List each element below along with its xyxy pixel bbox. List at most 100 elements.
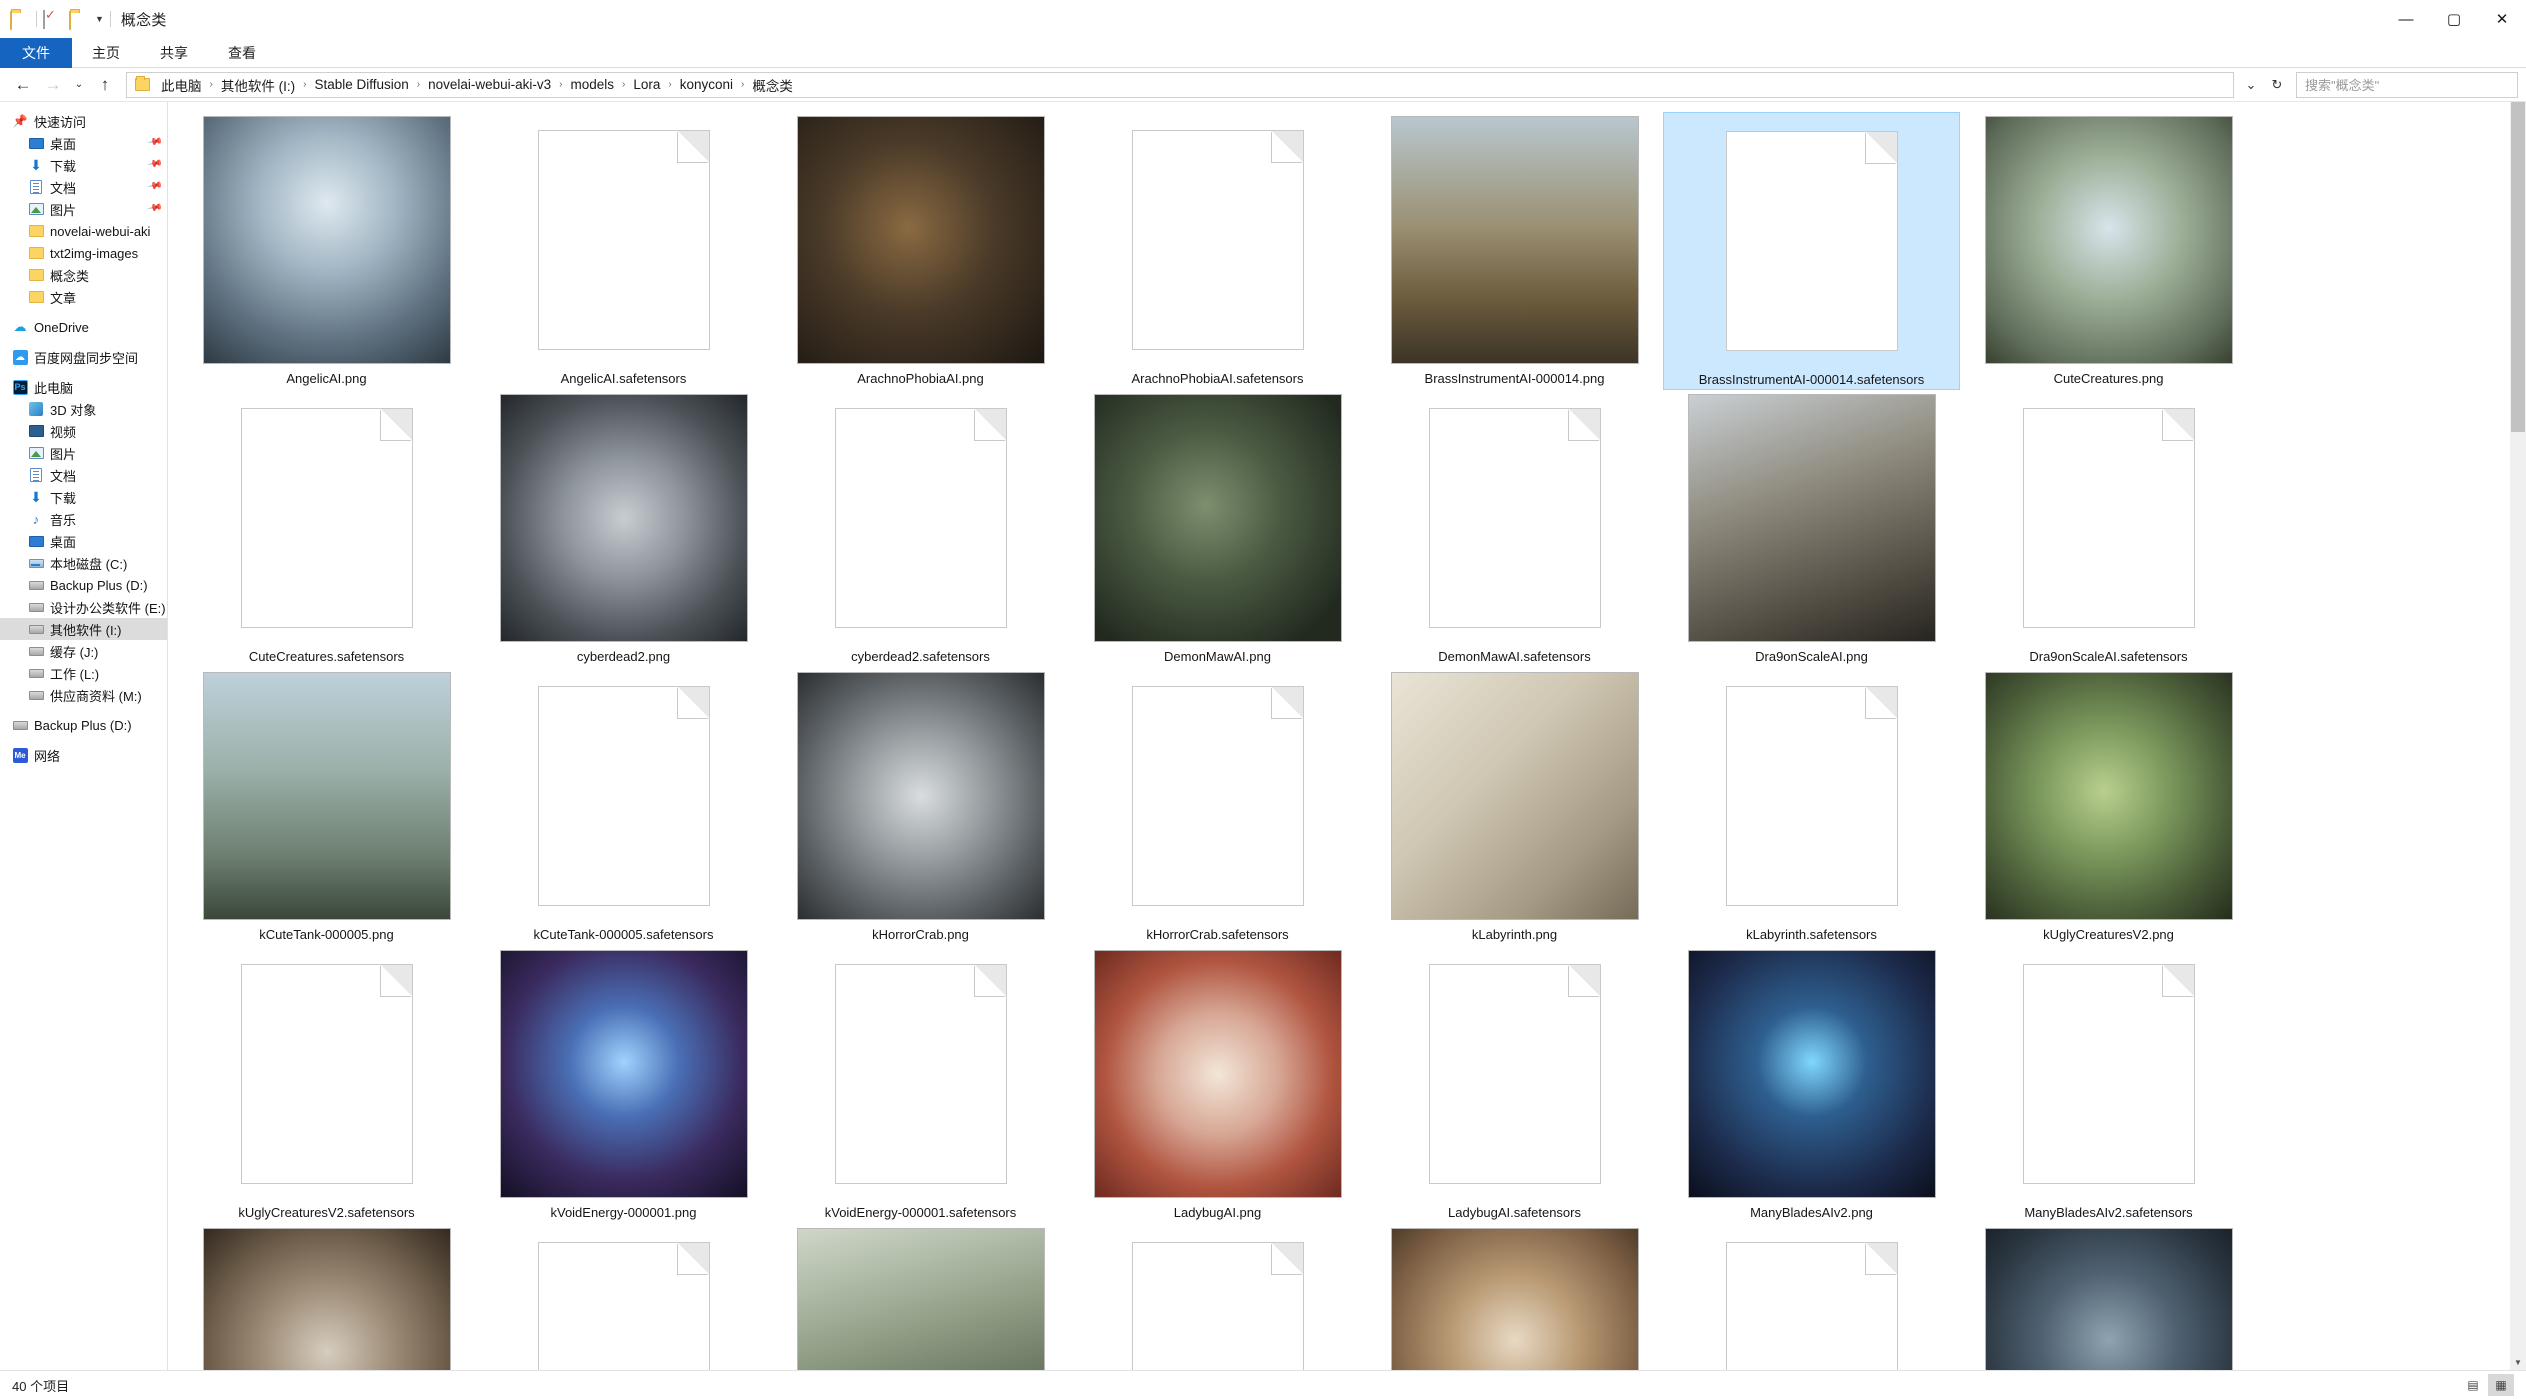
sidebar-item-图片[interactable]: 图片 📌 — [0, 198, 167, 220]
file-item[interactable]: BrassInstrumentAI-000014.png — [1366, 112, 1663, 390]
sidebar-item-txt2img-images[interactable]: txt2img-images — [0, 242, 167, 264]
scrollbar-thumb[interactable] — [2511, 102, 2525, 432]
file-item[interactable] — [1663, 1224, 1960, 1370]
file-item[interactable] — [1960, 1224, 2257, 1370]
folder-icon[interactable] — [10, 9, 30, 30]
details-view-icon[interactable]: ▤ — [2460, 1374, 2486, 1396]
file-item[interactable]: kLabyrinth.png — [1366, 668, 1663, 946]
breadcrumb[interactable]: 此电脑 › 其他软件 (I:) › Stable Diffusion › nov… — [126, 71, 2234, 98]
sidebar-item-文档[interactable]: 文档 📌 — [0, 176, 167, 198]
chevron-down-icon[interactable]: ▼ — [95, 14, 104, 24]
tab-home[interactable]: 主页 — [72, 38, 140, 68]
chevron-right-icon-5[interactable]: › — [665, 79, 674, 90]
sidebar-item-缓存 (J:)[interactable]: 缓存 (J:) — [0, 640, 167, 662]
file-item[interactable]: ManyBladesAIv2.safetensors — [1960, 946, 2257, 1224]
sidebar-item-桌面[interactable]: 桌面 📌 — [0, 132, 167, 154]
file-item[interactable]: AngelicAI.png — [178, 112, 475, 390]
file-item[interactable]: LadybugAI.safetensors — [1366, 946, 1663, 1224]
chevron-right-icon-6[interactable]: › — [738, 79, 747, 90]
sidebar-item-3D 对象[interactable]: 3D 对象 — [0, 398, 167, 420]
file-item[interactable]: CuteCreatures.safetensors — [178, 390, 475, 668]
maximize-button[interactable]: ▢ — [2430, 0, 2478, 38]
chevron-right-icon-3[interactable]: › — [556, 79, 565, 90]
breadcrumb-item-2[interactable]: Stable Diffusion — [309, 75, 413, 94]
nav-group-OneDrive[interactable]: ☁ OneDrive — [0, 316, 167, 338]
file-item[interactable]: kUglyCreaturesV2.png — [1960, 668, 2257, 946]
forward-button[interactable]: → — [38, 71, 68, 99]
new-folder-icon[interactable] — [69, 9, 89, 30]
nav-group-网络[interactable]: Me 网络 — [0, 744, 167, 766]
sidebar-item-供应商资料 (M:)[interactable]: 供应商资料 (M:) — [0, 684, 167, 706]
breadcrumb-item-7[interactable]: 概念类 — [747, 73, 798, 97]
nav-group-此电脑[interactable]: Ps 此电脑 — [0, 376, 167, 398]
file-item[interactable]: kHorrorCrab.png — [772, 668, 1069, 946]
breadcrumb-item-3[interactable]: novelai-webui-aki-v3 — [423, 75, 556, 94]
chevron-right-icon-0[interactable]: › — [207, 79, 216, 90]
pin-icon[interactable]: 📌 — [145, 178, 163, 195]
nav-group-Backup Plus (D:)[interactable]: Backup Plus (D:) — [0, 714, 167, 736]
pin-icon[interactable]: 📌 — [145, 200, 163, 217]
tab-share[interactable]: 共享 — [140, 38, 208, 68]
chevron-right-icon-2[interactable]: › — [414, 79, 423, 90]
navigation-pane[interactable]: 📌 快速访问 桌面 📌 ⬇ 下载 📌 文档 📌 图片 📌 novelai-webui-aki txt2i… — [0, 102, 168, 1370]
file-item[interactable]: Dra9onScaleAI.png — [1663, 390, 1960, 668]
sidebar-item-桌面[interactable]: 桌面 — [0, 530, 167, 552]
file-item[interactable]: kVoidEnergy-000001.png — [475, 946, 772, 1224]
file-item[interactable]: kVoidEnergy-000001.safetensors — [772, 946, 1069, 1224]
sidebar-item-概念类[interactable]: 概念类 — [0, 264, 167, 286]
file-item[interactable]: ManyBladesAIv2.png — [1663, 946, 1960, 1224]
sidebar-item-本地磁盘 (C:)[interactable]: 本地磁盘 (C:) — [0, 552, 167, 574]
sidebar-item-设计办公类软件 (E:)[interactable]: 设计办公类软件 (E:) — [0, 596, 167, 618]
file-item[interactable]: kUglyCreaturesV2.safetensors — [178, 946, 475, 1224]
nav-group-快速访问[interactable]: 📌 快速访问 — [0, 110, 167, 132]
sidebar-item-音乐[interactable]: ♪ 音乐 — [0, 508, 167, 530]
file-item[interactable] — [1366, 1224, 1663, 1370]
sidebar-item-其他软件 (I:)[interactable]: 其他软件 (I:) — [0, 618, 167, 640]
scroll-down-icon[interactable]: ▼ — [2510, 1354, 2526, 1370]
breadcrumb-item-5[interactable]: Lora — [628, 75, 665, 94]
properties-icon[interactable] — [43, 9, 63, 29]
minimize-button[interactable]: — — [2382, 0, 2430, 38]
file-item[interactable]: kCuteTank-000005.safetensors — [475, 668, 772, 946]
sidebar-item-novelai-webui-aki[interactable]: novelai-webui-aki — [0, 220, 167, 242]
file-item[interactable]: kCuteTank-000005.png — [178, 668, 475, 946]
file-item[interactable]: cyberdead2.safetensors — [772, 390, 1069, 668]
large-icons-view-icon[interactable]: ▦ — [2488, 1374, 2514, 1396]
chevron-right-icon-4[interactable]: › — [619, 79, 628, 90]
search-input[interactable]: 搜索"概念类" — [2296, 71, 2518, 98]
file-item[interactable]: ArachnoPhobiaAI.png — [772, 112, 1069, 390]
sidebar-item-图片[interactable]: 图片 — [0, 442, 167, 464]
file-item[interactable]: Mech4nim4lAI.safetensors — [1069, 1224, 1366, 1370]
file-item[interactable]: DemonMawAI.safetensors — [1366, 390, 1663, 668]
breadcrumb-item-0[interactable]: 此电脑 — [156, 73, 207, 97]
file-item[interactable]: cyberdead2.png — [475, 390, 772, 668]
file-item[interactable]: Dra9onScaleAI.safetensors — [1960, 390, 2257, 668]
file-item[interactable]: Mech4nim4lAI.png — [772, 1224, 1069, 1370]
file-item[interactable]: DemonMawAI.png — [1069, 390, 1366, 668]
sidebar-item-下载[interactable]: ⬇ 下载 — [0, 486, 167, 508]
file-item[interactable]: CuteCreatures.png — [1960, 112, 2257, 390]
up-button[interactable]: ↑ — [90, 71, 120, 99]
breadcrumb-item-4[interactable]: models — [566, 75, 620, 94]
sidebar-item-工作 (L:)[interactable]: 工作 (L:) — [0, 662, 167, 684]
back-button[interactable]: ← — [8, 71, 38, 99]
chevron-right-icon-1[interactable]: › — [300, 79, 309, 90]
pin-icon[interactable]: 📌 — [145, 134, 163, 151]
file-item[interactable]: ManyEyedHorrorAI-000011.png — [178, 1224, 475, 1370]
breadcrumb-item-1[interactable]: 其他软件 (I:) — [216, 73, 300, 97]
pin-icon[interactable]: 📌 — [145, 156, 163, 173]
tab-view[interactable]: 查看 — [208, 38, 276, 68]
vertical-scrollbar[interactable]: ▲ ▼ — [2510, 102, 2526, 1370]
refresh-icon[interactable]: ↻ — [2264, 72, 2290, 98]
recent-locations-icon[interactable]: ⌄ — [68, 71, 90, 99]
close-button[interactable]: ✕ — [2478, 0, 2526, 38]
file-item[interactable]: LadybugAI.png — [1069, 946, 1366, 1224]
file-list-pane[interactable]: AngelicAI.png AngelicAI.safetensors Arachn… — [168, 102, 2526, 1370]
breadcrumb-item-6[interactable]: konyconi — [675, 75, 738, 94]
chevron-down-icon[interactable]: ⌄ — [2238, 72, 2264, 98]
tab-file[interactable]: 文件 — [0, 38, 72, 68]
file-item[interactable]: ArachnoPhobiaAI.safetensors — [1069, 112, 1366, 390]
nav-group-百度网盘同步空间[interactable]: ☁ 百度网盘同步空间 — [0, 346, 167, 368]
sidebar-item-下载[interactable]: ⬇ 下载 📌 — [0, 154, 167, 176]
file-item[interactable]: BrassInstrumentAI-000014.safetensors — [1663, 112, 1960, 390]
